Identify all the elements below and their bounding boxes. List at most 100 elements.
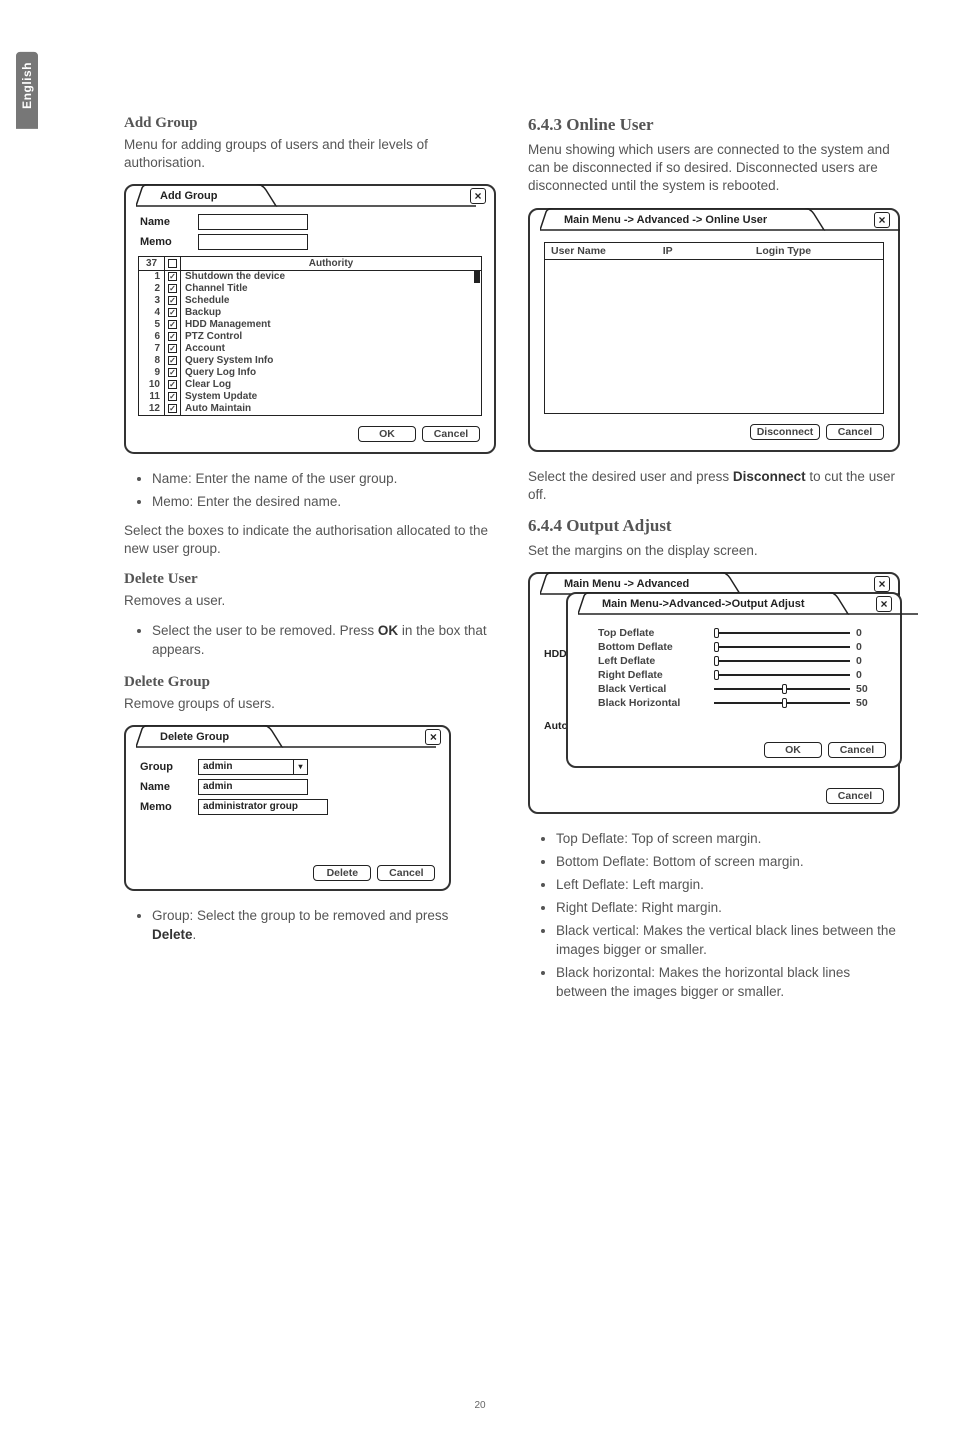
authority-row: 3✓Schedule bbox=[139, 295, 481, 307]
delete-button[interactable]: Delete bbox=[313, 865, 371, 881]
online-user-dialog: Main Menu -> Advanced -> Online User × U… bbox=[528, 208, 900, 452]
cancel-button[interactable]: Cancel bbox=[826, 788, 884, 804]
delete-user-bullet: Select the user to be removed. Press OK … bbox=[152, 622, 496, 660]
slider-track[interactable] bbox=[714, 632, 850, 634]
ok-button[interactable]: OK bbox=[764, 742, 822, 758]
authority-row: 1✓Shutdown the device bbox=[139, 271, 481, 283]
group-label: Group bbox=[140, 761, 198, 773]
authority-checkbox[interactable]: ✓ bbox=[165, 355, 181, 367]
list-item: Right Deflate: Right margin. bbox=[556, 899, 900, 918]
slider-row: Right Deflate 0 bbox=[568, 668, 900, 682]
name-label: Name bbox=[140, 781, 198, 793]
authority-row: 12✓Auto Maintain bbox=[139, 403, 481, 415]
authority-label: Query Log Info bbox=[181, 367, 481, 379]
slider-label: Black Horizontal bbox=[598, 697, 708, 709]
list-item: Left Deflate: Left margin. bbox=[556, 876, 900, 895]
cancel-button[interactable]: Cancel bbox=[422, 426, 480, 442]
slider-thumb[interactable] bbox=[714, 656, 719, 666]
authority-row: 9✓Query Log Info bbox=[139, 367, 481, 379]
slider-track[interactable] bbox=[714, 674, 850, 676]
slider-label: Right Deflate bbox=[598, 669, 708, 681]
check-all[interactable] bbox=[165, 257, 181, 270]
close-icon[interactable]: × bbox=[470, 188, 486, 204]
output-adjust-heading: 6.4.4 Output Adjust bbox=[528, 516, 900, 536]
authority-index: 1 bbox=[139, 271, 165, 283]
close-icon[interactable]: × bbox=[874, 576, 890, 592]
memo-label: Memo bbox=[140, 801, 198, 813]
table-header: User Name IP Login Type bbox=[544, 242, 884, 260]
delete-group-bullet: Group: Select the group to be removed an… bbox=[152, 907, 496, 945]
authority-label: Query System Info bbox=[181, 355, 481, 367]
authority-checkbox[interactable]: ✓ bbox=[165, 391, 181, 403]
slider-label: Left Deflate bbox=[598, 655, 708, 667]
slider-track[interactable] bbox=[714, 702, 850, 704]
slider-thumb[interactable] bbox=[714, 642, 719, 652]
authority-row: 5✓HDD Management bbox=[139, 319, 481, 331]
slider-track[interactable] bbox=[714, 660, 850, 662]
slider-thumb[interactable] bbox=[714, 670, 719, 680]
close-icon[interactable]: × bbox=[874, 212, 890, 228]
authority-checkbox[interactable]: ✓ bbox=[165, 319, 181, 331]
authority-label: System Update bbox=[181, 391, 481, 403]
authority-checkbox[interactable]: ✓ bbox=[165, 295, 181, 307]
output-adjust-intro: Set the margins on the display screen. bbox=[528, 542, 900, 560]
authority-checkbox[interactable]: ✓ bbox=[165, 403, 181, 415]
authority-checkbox[interactable]: ✓ bbox=[165, 307, 181, 319]
authority-header: Authority bbox=[181, 257, 481, 270]
authority-index: 12 bbox=[139, 403, 165, 415]
authority-label: PTZ Control bbox=[181, 331, 481, 343]
slider-value: 0 bbox=[856, 655, 880, 667]
bullet-memo: Memo: Enter the desired name. bbox=[152, 493, 496, 512]
authority-checkbox[interactable]: ✓ bbox=[165, 343, 181, 355]
authority-index: 5 bbox=[139, 319, 165, 331]
slider-thumb[interactable] bbox=[782, 698, 787, 708]
group-dropdown[interactable]: admin ▾ bbox=[198, 759, 308, 775]
list-item: Black vertical: Makes the vertical black… bbox=[556, 922, 900, 960]
dialog-title: Main Menu -> Advanced -> Online User bbox=[564, 214, 767, 226]
add-group-intro: Menu for adding groups of users and thei… bbox=[124, 136, 496, 172]
slider-track[interactable] bbox=[714, 688, 850, 690]
scrollbar-thumb[interactable] bbox=[474, 271, 480, 283]
authority-checkbox[interactable]: ✓ bbox=[165, 271, 181, 283]
slider-value: 0 bbox=[856, 669, 880, 681]
authority-index: 10 bbox=[139, 379, 165, 391]
close-icon[interactable]: × bbox=[876, 596, 892, 612]
cancel-button[interactable]: Cancel bbox=[826, 424, 884, 440]
page-number: 20 bbox=[0, 1400, 960, 1411]
authority-row: 7✓Account bbox=[139, 343, 481, 355]
name-input[interactable] bbox=[198, 214, 308, 230]
authority-index: 11 bbox=[139, 391, 165, 403]
authority-index: 3 bbox=[139, 295, 165, 307]
authority-row: 2✓Channel Title bbox=[139, 283, 481, 295]
delete-group-intro: Remove groups of users. bbox=[124, 695, 496, 713]
slider-track[interactable] bbox=[714, 646, 850, 648]
name-value: admin bbox=[198, 779, 308, 795]
authority-count: 37 bbox=[139, 257, 165, 270]
add-group-dialog: Add Group × Name Memo 37 Authority bbox=[124, 184, 496, 454]
select-boxes-text: Select the boxes to indicate the authori… bbox=[124, 522, 496, 558]
ok-button[interactable]: OK bbox=[358, 426, 416, 442]
slider-value: 0 bbox=[856, 641, 880, 653]
delete-group-dialog: Delete Group × Group admin ▾ Name admin … bbox=[124, 725, 451, 891]
authority-row: 8✓Query System Info bbox=[139, 355, 481, 367]
cancel-button[interactable]: Cancel bbox=[377, 865, 435, 881]
memo-input[interactable] bbox=[198, 234, 308, 250]
close-icon[interactable]: × bbox=[425, 729, 441, 745]
dialog-title: Main Menu->Advanced->Output Adjust bbox=[602, 598, 805, 610]
authority-checkbox[interactable]: ✓ bbox=[165, 379, 181, 391]
cancel-button[interactable]: Cancel bbox=[828, 742, 886, 758]
authority-row: 6✓PTZ Control bbox=[139, 331, 481, 343]
slider-thumb[interactable] bbox=[782, 684, 787, 694]
authority-checkbox[interactable]: ✓ bbox=[165, 331, 181, 343]
slider-value: 50 bbox=[856, 697, 880, 709]
bullet-name: Name: Enter the name of the user group. bbox=[152, 470, 496, 489]
authority-checkbox[interactable]: ✓ bbox=[165, 283, 181, 295]
name-label: Name bbox=[140, 216, 198, 228]
disconnect-button[interactable]: Disconnect bbox=[750, 424, 820, 440]
authority-checkbox[interactable]: ✓ bbox=[165, 367, 181, 379]
online-user-heading: 6.4.3 Online User bbox=[528, 115, 900, 135]
authority-row: 11✓System Update bbox=[139, 391, 481, 403]
slider-thumb[interactable] bbox=[714, 628, 719, 638]
dialog-title: Main Menu -> Advanced bbox=[564, 578, 689, 590]
table-body[interactable] bbox=[544, 260, 884, 414]
